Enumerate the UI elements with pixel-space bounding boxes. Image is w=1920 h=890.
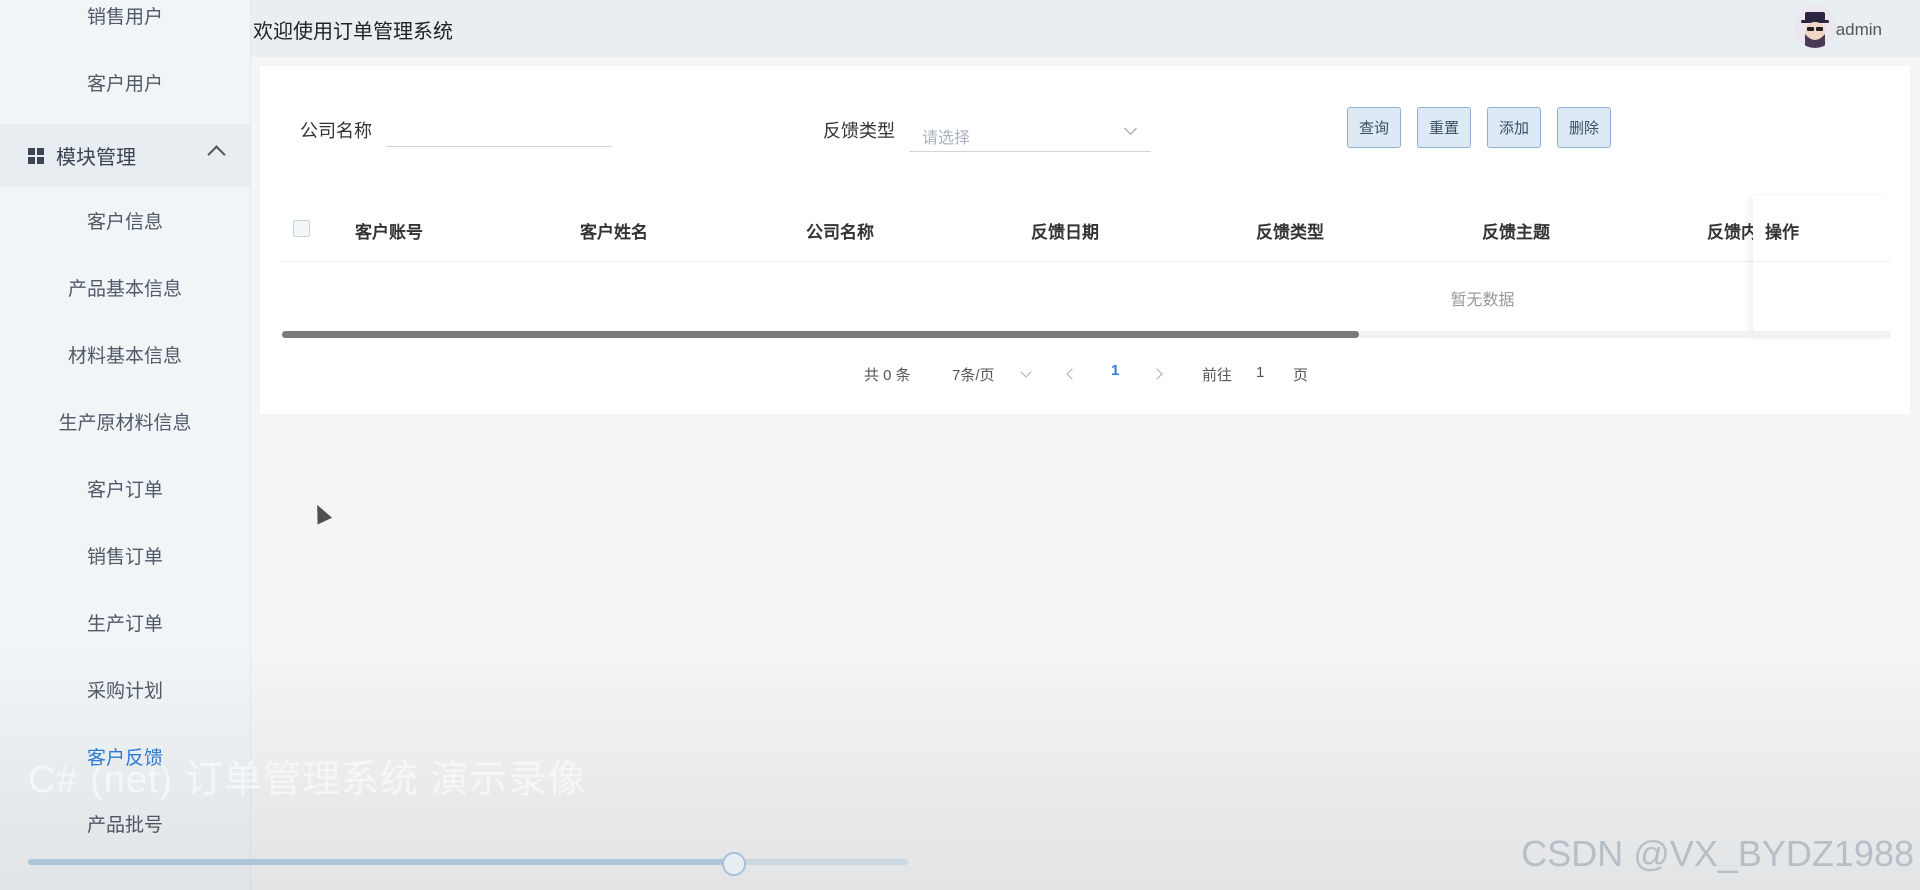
table-header: 客户账号 客户姓名 公司名称 反馈日期 反馈类型 反馈主题 反馈内 bbox=[282, 196, 1890, 262]
sidebar-item-sales-orders[interactable]: 销售订单 bbox=[0, 524, 250, 591]
sidebar-item-purchase-plan[interactable]: 采购计划 bbox=[0, 658, 250, 725]
column-header-feedback-content[interactable]: 反馈内 bbox=[1707, 218, 1758, 243]
query-button[interactable]: 查询 bbox=[1347, 107, 1401, 148]
top-header: 欢迎使用订单管理系统 admin bbox=[251, 0, 1920, 57]
goto-page-input[interactable]: 1 bbox=[1256, 364, 1264, 381]
sidebar-item-customer-users[interactable]: 客户用户 bbox=[0, 51, 250, 118]
prev-page-icon[interactable] bbox=[1066, 368, 1078, 380]
chevron-down-icon bbox=[1020, 366, 1032, 378]
sidebar-item-material-info[interactable]: 材料基本信息 bbox=[0, 323, 250, 390]
sidebar-item-product-info[interactable]: 产品基本信息 bbox=[0, 256, 250, 323]
sidebar-item-customer-orders[interactable]: 客户订单 bbox=[0, 457, 250, 524]
delete-button[interactable]: 删除 bbox=[1557, 107, 1611, 148]
add-button[interactable]: 添加 bbox=[1487, 107, 1541, 148]
sidebar-item-production-orders[interactable]: 生产订单 bbox=[0, 591, 250, 658]
page-size-select[interactable]: 7条/页 bbox=[952, 364, 1032, 385]
table-body: 暂无数据 bbox=[282, 261, 1753, 331]
feedback-type-placeholder: 请选择 bbox=[922, 130, 971, 147]
grid-icon bbox=[28, 147, 44, 164]
sidebar-item-production-material-info[interactable]: 生产原材料信息 bbox=[0, 390, 250, 457]
next-page-icon[interactable] bbox=[1151, 368, 1163, 380]
content-card: 公司名称 反馈类型 请选择 查询 重置 添加 删除 客户账号 客户姓名 公司名称… bbox=[260, 66, 1910, 414]
column-header-customer-name[interactable]: 客户姓名 bbox=[580, 218, 648, 243]
sidebar-group-label: 模块管理 bbox=[56, 147, 136, 169]
chevron-up-icon bbox=[207, 145, 226, 164]
avatar-icon bbox=[1794, 6, 1836, 48]
feedback-type-select[interactable]: 请选择 bbox=[909, 113, 1151, 152]
mouse-cursor-icon bbox=[309, 501, 333, 525]
avatar[interactable] bbox=[1794, 6, 1836, 48]
column-header-feedback-type[interactable]: 反馈类型 bbox=[1256, 218, 1324, 243]
empty-data-text: 暂无数据 bbox=[1450, 292, 1515, 309]
sidebar-group-module-management[interactable]: 模块管理 bbox=[0, 124, 250, 187]
username[interactable]: admin bbox=[1836, 20, 1882, 40]
column-header-company-name[interactable]: 公司名称 bbox=[806, 218, 874, 243]
feedback-type-label: 反馈类型 bbox=[823, 121, 895, 141]
goto-suffix: 页 bbox=[1293, 367, 1309, 384]
watermark: CSDN @VX_BYDZ1988 bbox=[1521, 833, 1914, 874]
fixed-action-column: 操作 bbox=[1753, 196, 1890, 337]
select-all-checkbox[interactable] bbox=[293, 220, 310, 237]
sidebar-item-sales-users[interactable]: 销售用户 bbox=[0, 0, 250, 51]
company-name-label: 公司名称 bbox=[300, 121, 372, 141]
current-page-number[interactable]: 1 bbox=[1111, 362, 1119, 379]
scrollbar-thumb[interactable] bbox=[282, 331, 1360, 338]
video-progress-knob[interactable] bbox=[722, 852, 746, 876]
page-title: 欢迎使用订单管理系统 bbox=[253, 21, 453, 43]
feedback-table: 客户账号 客户姓名 公司名称 反馈日期 反馈类型 反馈主题 反馈内 暂无数据 操… bbox=[282, 196, 1890, 338]
horizontal-scrollbar[interactable] bbox=[282, 331, 1890, 338]
goto-prefix: 前往 bbox=[1202, 367, 1233, 384]
column-header-feedback-subject[interactable]: 反馈主题 bbox=[1482, 218, 1550, 243]
video-progress-bar[interactable] bbox=[28, 852, 908, 876]
sidebar-item-customer-info[interactable]: 客户信息 bbox=[0, 189, 250, 256]
company-name-input[interactable] bbox=[386, 113, 612, 147]
column-header-feedback-date[interactable]: 反馈日期 bbox=[1031, 218, 1099, 243]
column-header-customer-account[interactable]: 客户账号 bbox=[355, 218, 423, 243]
video-caption: C# (net) 订单管理系统 演示录像 bbox=[28, 759, 587, 801]
reset-button[interactable]: 重置 bbox=[1417, 107, 1471, 148]
video-progress-fill bbox=[28, 859, 732, 865]
pagination-total: 共 0 条 bbox=[864, 367, 911, 384]
page-size-text: 7条/页 bbox=[952, 367, 995, 384]
chevron-down-icon bbox=[1124, 122, 1137, 135]
column-header-actions: 操作 bbox=[1765, 223, 1799, 242]
